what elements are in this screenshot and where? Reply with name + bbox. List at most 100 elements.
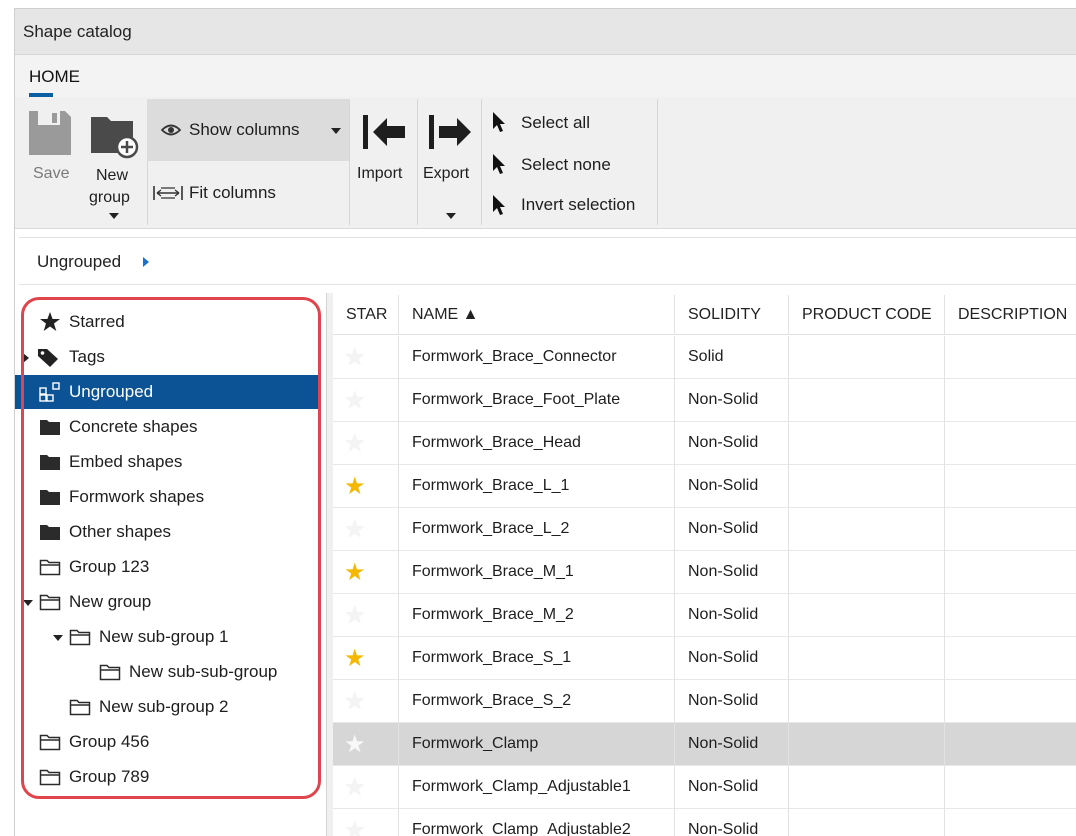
star-icon (40, 312, 60, 331)
description-cell (945, 422, 1076, 465)
name-cell: Formwork_Brace_S_1 (399, 637, 675, 680)
select-all-label: Select all (521, 113, 590, 132)
chevron-right-icon[interactable] (143, 257, 149, 267)
tree-item-label: Group 456 (69, 732, 150, 751)
tree-item-group-456[interactable]: Group 456 (15, 725, 319, 759)
star-empty-icon[interactable]: ★ (344, 775, 366, 799)
star-empty-icon[interactable]: ★ (344, 732, 366, 756)
tree-item-label: Group 123 (69, 557, 150, 576)
description-cell (945, 766, 1076, 809)
breadcrumb-current[interactable]: Ungrouped (37, 252, 121, 272)
tree-item-concrete-shapes[interactable]: Concrete shapes (15, 410, 319, 444)
solidity-cell: Non-Solid (675, 809, 789, 836)
tree-item-label: Formwork shapes (69, 487, 205, 506)
export-button[interactable]: Export (419, 99, 481, 223)
tree-item-ungrouped[interactable]: Ungrouped (15, 375, 319, 409)
chevron-down-icon[interactable] (23, 600, 33, 606)
star-empty-icon[interactable]: ★ (344, 345, 366, 369)
save-label: Save (33, 165, 70, 182)
star-empty-icon[interactable]: ★ (344, 517, 366, 541)
description-cell (945, 680, 1076, 723)
tree-item-label: Starred (69, 312, 125, 331)
star-empty-icon[interactable]: ★ (344, 818, 366, 836)
table-row[interactable]: ★ Formwork_Brace_L_1 Non-Solid (333, 465, 1076, 508)
tree-item-label: New sub-group 1 (99, 627, 229, 646)
description-cell (945, 336, 1076, 379)
name-cell: Formwork_Brace_Head (399, 422, 675, 465)
column-header-star[interactable]: STAR (333, 295, 399, 335)
save-button[interactable]: Save (19, 99, 81, 223)
title-bar: Shape catalog (15, 9, 1076, 55)
table-row[interactable]: ★ Formwork_Brace_M_1 Non-Solid (333, 551, 1076, 594)
solidity-cell: Non-Solid (675, 508, 789, 551)
tree-item-embed-shapes[interactable]: Embed shapes (15, 445, 319, 479)
select-all-button[interactable]: Select all (485, 103, 655, 139)
column-header-name[interactable]: NAME ▲ (399, 295, 675, 335)
table-row[interactable]: ★ Formwork_Brace_S_1 Non-Solid (333, 637, 1076, 680)
select-none-button[interactable]: Select none (485, 145, 655, 181)
product-code-cell (789, 508, 945, 551)
star-empty-icon[interactable]: ★ (344, 431, 366, 455)
product-code-cell (789, 723, 945, 766)
fit-columns-button[interactable]: Fit columns (147, 177, 349, 211)
new-group-button[interactable]: New group (85, 99, 145, 223)
export-label: Export (423, 165, 470, 182)
new-folder-icon (91, 117, 139, 159)
tree-item-label: Other shapes (69, 522, 172, 541)
table-row[interactable]: ★ Formwork_Clamp_Adjustable1 Non-Solid (333, 766, 1076, 809)
chevron-down-icon[interactable] (53, 635, 63, 641)
description-cell (945, 551, 1076, 594)
tree-item-other-shapes[interactable]: Other shapes (15, 515, 319, 549)
table-row[interactable]: ★ Formwork_Brace_S_2 Non-Solid (333, 680, 1076, 723)
name-cell: Formwork_Brace_L_2 (399, 508, 675, 551)
import-button[interactable]: Import (351, 99, 417, 223)
table-row[interactable]: ★ Formwork_Clamp_Adjustable2 Non-Solid (333, 809, 1076, 836)
star-empty-icon[interactable]: ★ (344, 603, 366, 627)
show-columns-dropdown[interactable]: Show columns (147, 99, 349, 161)
table-row[interactable]: ★ Formwork_Brace_L_2 Non-Solid (333, 508, 1076, 551)
column-header-product-code[interactable]: PRODUCT CODE (789, 295, 945, 335)
solidity-cell: Non-Solid (675, 551, 789, 594)
tree-item-label: New sub-group 2 (99, 697, 229, 716)
solidity-cell: Non-Solid (675, 422, 789, 465)
description-cell (945, 379, 1076, 422)
breadcrumb: Ungrouped (19, 237, 1076, 285)
star-cell: ★ (333, 465, 399, 508)
column-header-solidity[interactable]: SOLIDITY (675, 295, 789, 335)
solidity-cell: Non-Solid (675, 379, 789, 422)
tree-item-group-123[interactable]: Group 123 (15, 550, 319, 584)
name-cell: Formwork_Brace_S_2 (399, 680, 675, 723)
table-row[interactable]: ★ Formwork_Brace_Connector Solid (333, 336, 1076, 379)
description-cell (945, 809, 1076, 836)
star-filled-icon[interactable]: ★ (344, 474, 366, 498)
table-row[interactable]: ★ Formwork_Brace_M_2 Non-Solid (333, 594, 1076, 637)
tree-item-new-group[interactable]: New group (15, 585, 319, 619)
tree-item-new-sub-group-1[interactable]: New sub-group 1 (15, 620, 319, 654)
star-cell: ★ (333, 680, 399, 723)
column-header-description[interactable]: DESCRIPTION (945, 295, 1076, 335)
star-filled-icon[interactable]: ★ (344, 560, 366, 584)
solidity-cell: Non-Solid (675, 465, 789, 508)
solidity-cell: Non-Solid (675, 680, 789, 723)
folder-outline-icon (69, 629, 91, 646)
table-row[interactable]: ★ Formwork_Brace_Head Non-Solid (333, 422, 1076, 465)
tree-item-tags[interactable]: Tags (15, 340, 319, 374)
tab-home[interactable]: HOME (29, 67, 80, 87)
tree-item-new-sub-group-2[interactable]: New sub-group 2 (15, 690, 319, 724)
chevron-down-icon (331, 128, 341, 134)
star-filled-icon[interactable]: ★ (344, 646, 366, 670)
table-row[interactable]: ★ Formwork_Clamp Non-Solid (333, 723, 1076, 766)
star-empty-icon[interactable]: ★ (344, 689, 366, 713)
star-empty-icon[interactable]: ★ (344, 388, 366, 412)
chevron-right-icon[interactable] (23, 353, 29, 363)
tree-item-new-sub-sub-group[interactable]: New sub-sub-group (15, 655, 319, 689)
tree-item-group-789[interactable]: Group 789 (15, 760, 319, 794)
folder-outline-icon (39, 769, 61, 786)
cursor-icon (493, 154, 505, 174)
tree-item-starred[interactable]: Starred (15, 305, 319, 339)
table-row[interactable]: ★ Formwork_Brace_Foot_Plate Non-Solid (333, 379, 1076, 422)
invert-selection-button[interactable]: Invert selection (485, 187, 655, 223)
tree-item-formwork-shapes[interactable]: Formwork shapes (15, 480, 319, 514)
name-cell: Formwork_Clamp (399, 723, 675, 766)
star-cell: ★ (333, 508, 399, 551)
